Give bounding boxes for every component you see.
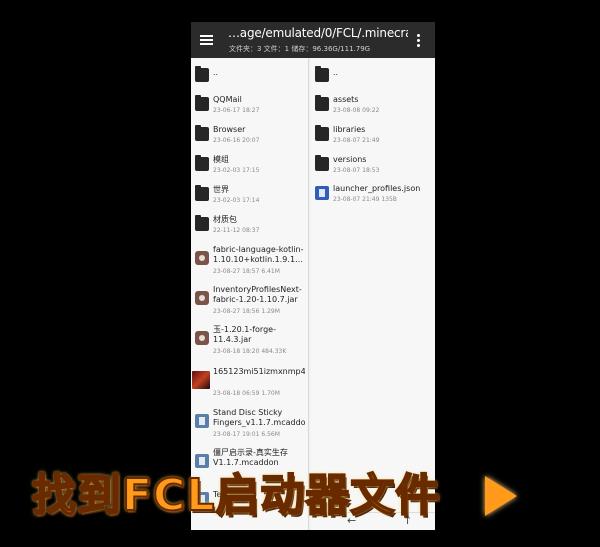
file-name: 世界 bbox=[213, 185, 229, 194]
file-name: 材质包 bbox=[213, 215, 237, 224]
file-name: assets bbox=[333, 95, 359, 104]
file-meta: 23-06-16 20:07 bbox=[213, 137, 260, 144]
file-meta: 23-08-07 21:49 135B bbox=[333, 196, 397, 203]
file-name: 模组 bbox=[213, 155, 229, 164]
file-name: versions bbox=[333, 155, 367, 164]
file-name: 玉-1.20.1-forge-11.4.3.jar bbox=[213, 325, 276, 344]
file-name: InventoryProfilesNext-fabric-1.20-1.10.7… bbox=[213, 285, 302, 304]
jar-file-icon bbox=[195, 291, 209, 305]
folder-icon bbox=[315, 125, 329, 141]
storage-summary: 文件夹：3 文件：1 储存：96.36G/111.79G bbox=[229, 45, 371, 53]
list-item-parent[interactable]: .. bbox=[311, 62, 435, 90]
file-manager-screen: …age/emulated/0/FCL/.minecraft/ 文件夹：3 文件… bbox=[191, 22, 435, 530]
more-options-icon[interactable] bbox=[417, 34, 421, 48]
file-meta: 23-02-03 17:15 bbox=[213, 167, 260, 174]
list-item[interactable]: libraries 23-08-07 21:49 bbox=[311, 121, 435, 149]
list-item[interactable]: InventoryProfilesNext-fabric-1.20-1.10.7… bbox=[191, 281, 308, 321]
list-item[interactable]: versions 23-08-07 18:53 bbox=[311, 151, 435, 179]
file-meta: 23-08-18 06:59 1.70M bbox=[213, 390, 280, 397]
file-meta: 23-08-08 09:22 bbox=[333, 107, 380, 114]
file-meta: 23-08-07 18:53 bbox=[333, 167, 380, 174]
file-name: 僵尸启示录-真实生存V1.1.7.mcaddon bbox=[213, 448, 288, 467]
list-item[interactable]: 世界 23-02-03 17:14 bbox=[191, 181, 308, 209]
file-meta: 23-08-27 18:56 1.29M bbox=[213, 308, 280, 315]
image-file-icon bbox=[192, 371, 210, 389]
list-item[interactable]: 玉-1.20.1-forge-11.4.3.jar 23-08-18 18:20… bbox=[191, 321, 308, 361]
list-item[interactable]: launcher_profiles.json 23-08-07 21:49 13… bbox=[311, 180, 435, 208]
list-item[interactable]: QQMail 23-06-17 18:27 bbox=[191, 91, 308, 119]
caption-arrow-icon bbox=[485, 476, 517, 516]
jar-file-icon bbox=[195, 251, 209, 265]
file-name: Browser bbox=[213, 125, 246, 134]
folder-icon bbox=[195, 155, 209, 171]
folder-icon bbox=[195, 95, 209, 111]
file-meta: 23-02-03 17:14 bbox=[213, 197, 260, 204]
list-item[interactable]: Browser 23-06-16 20:07 bbox=[191, 121, 308, 149]
list-item[interactable]: 材质包 22-11-12 08:37 bbox=[191, 211, 308, 239]
file-meta: 22-11-12 08:37 bbox=[213, 227, 260, 234]
file-name: launcher_profiles.json bbox=[333, 184, 421, 193]
file-meta: 23-08-18 18:20 484.33K bbox=[213, 348, 287, 355]
list-item[interactable]: 165123mi51izmxnmp45py6.png 23-08-18 06:5… bbox=[191, 363, 308, 403]
file-name: libraries bbox=[333, 125, 366, 134]
file-name: fabric-language-kotlin-1.10.10+kotlin.1.… bbox=[213, 245, 304, 264]
json-file-icon bbox=[315, 186, 329, 200]
file-meta: 23-06-17 18:27 bbox=[213, 107, 260, 114]
app-bar: …age/emulated/0/FCL/.minecraft/ 文件夹：3 文件… bbox=[191, 22, 435, 58]
folder-icon bbox=[195, 125, 209, 141]
file-meta: 23-08-07 21:49 bbox=[333, 137, 380, 144]
folder-icon bbox=[195, 215, 209, 231]
right-file-pane[interactable]: .. assets 23-08-08 09:22 libraries 23-08… bbox=[311, 58, 435, 530]
list-item[interactable]: Stand Disc Sticky Fingers_v1.1.7.mcaddon… bbox=[191, 404, 308, 444]
folder-icon bbox=[315, 155, 329, 171]
file-name: .. bbox=[213, 68, 219, 77]
folder-icon bbox=[195, 66, 209, 82]
file-meta: 23-08-27 18:57 6.41M bbox=[213, 268, 280, 275]
folder-icon bbox=[315, 95, 329, 111]
current-path: …age/emulated/0/FCL/.minecraft/ bbox=[228, 26, 408, 40]
mcaddon-file-icon bbox=[195, 414, 209, 428]
left-file-pane[interactable]: .. QQMail 23-06-17 18:27 Browser 23-06-1… bbox=[191, 58, 309, 530]
list-item[interactable]: 模组 23-02-03 17:15 bbox=[191, 151, 308, 179]
jar-file-icon bbox=[195, 331, 209, 345]
list-item[interactable]: assets 23-08-08 09:22 bbox=[311, 91, 435, 119]
hamburger-menu-icon[interactable] bbox=[200, 35, 213, 45]
list-item-parent[interactable]: .. bbox=[191, 62, 308, 90]
file-meta: 23-08-17 19:01 6.56M bbox=[213, 431, 280, 438]
file-name: 165123mi51izmxnmp45py6.png bbox=[213, 367, 305, 376]
file-name: QQMail bbox=[213, 95, 242, 104]
tutorial-caption: 找到FCL启动器文件 bbox=[31, 469, 441, 522]
folder-icon bbox=[195, 185, 209, 201]
list-item[interactable]: fabric-language-kotlin-1.10.10+kotlin.1.… bbox=[191, 241, 308, 281]
file-name: .. bbox=[333, 68, 339, 77]
folder-icon bbox=[315, 66, 329, 82]
file-name: Stand Disc Sticky Fingers_v1.1.7.mcaddon bbox=[213, 408, 305, 427]
